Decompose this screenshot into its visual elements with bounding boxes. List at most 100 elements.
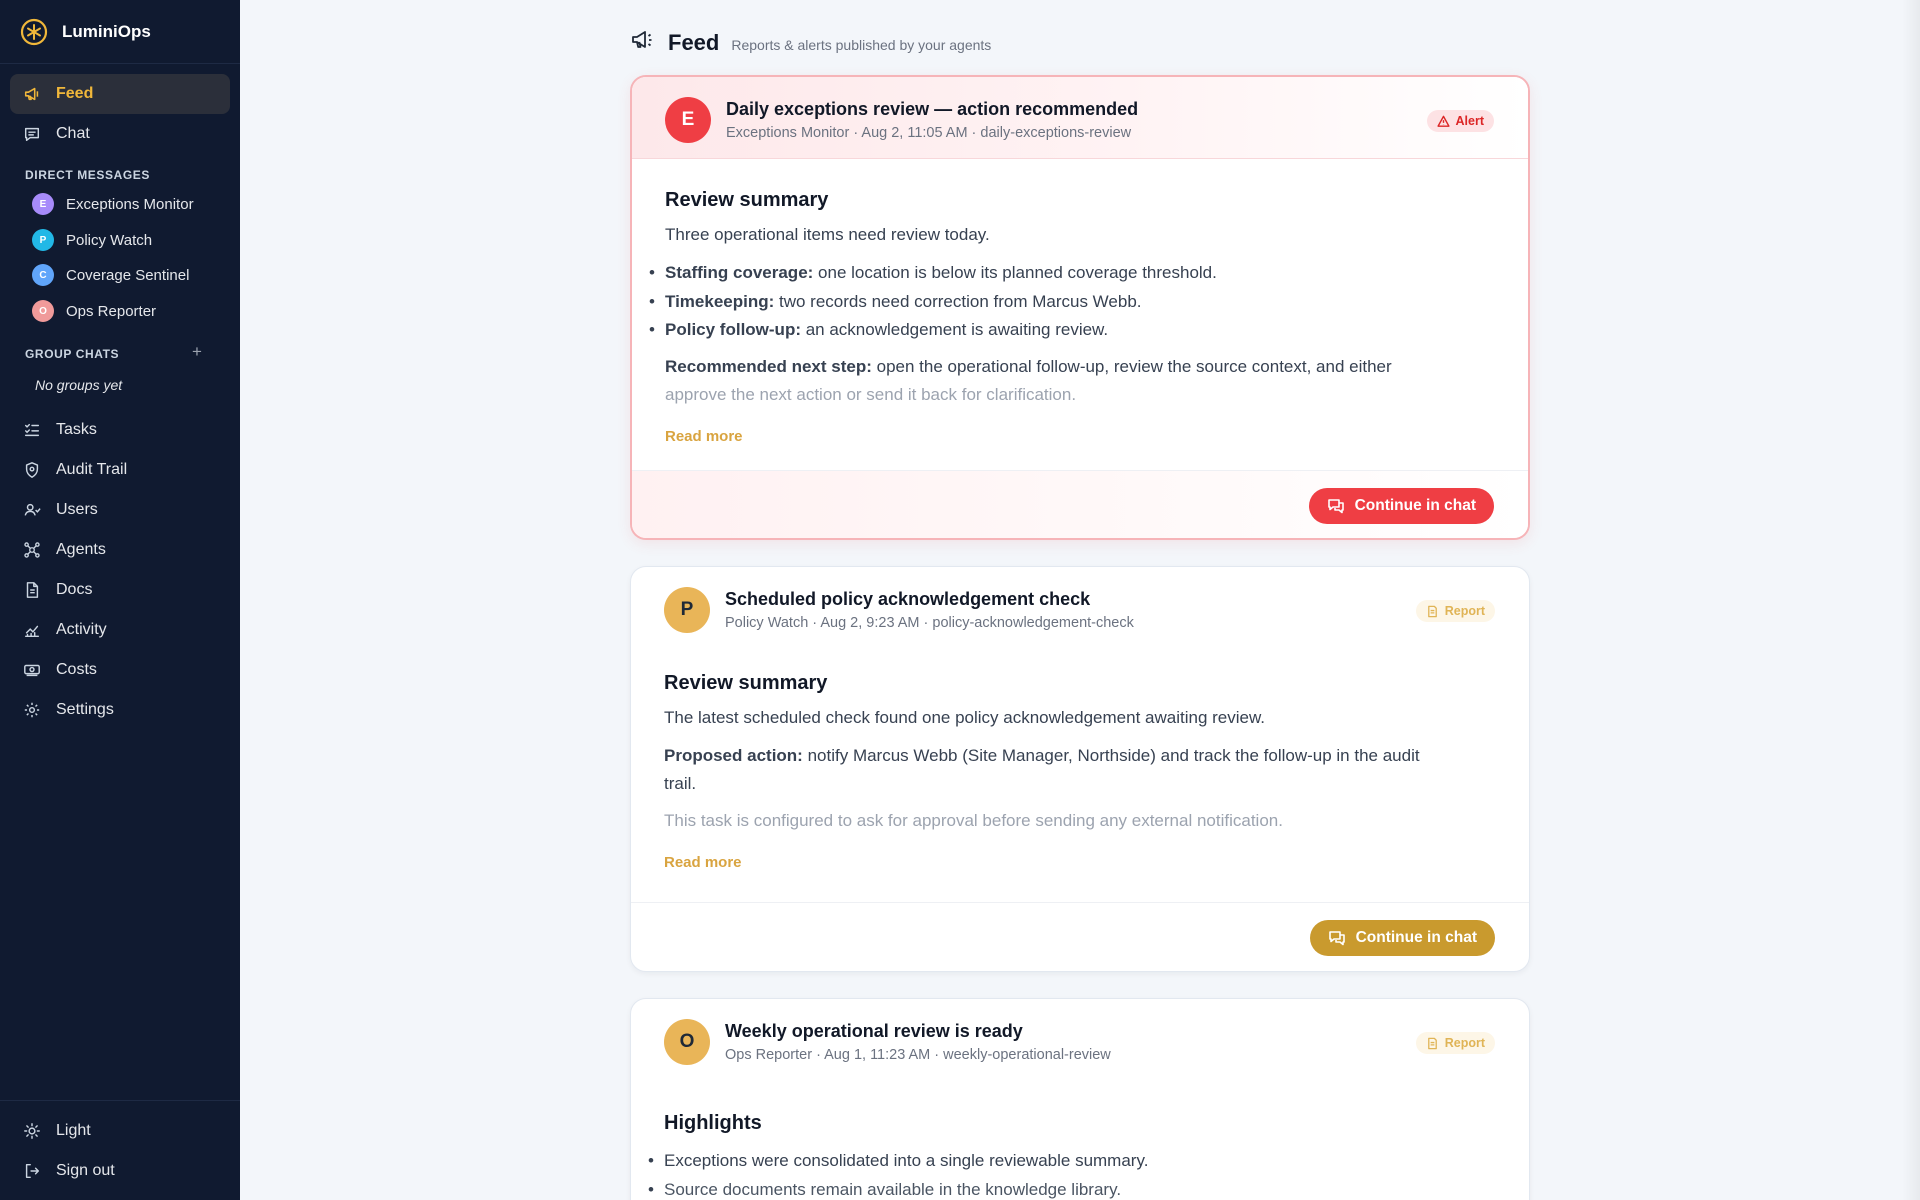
nav-activity[interactable]: Activity: [10, 610, 230, 650]
network-icon: [22, 540, 42, 560]
badge-label: Report: [1444, 604, 1485, 618]
list-item: Policy follow-up: an acknowledgement is …: [649, 316, 1217, 345]
nav-costs[interactable]: Costs: [10, 650, 230, 690]
avatar: E: [32, 193, 54, 215]
card-header: P Scheduled policy acknowledgement check…: [631, 567, 1529, 649]
brand[interactable]: LuminiOps: [0, 0, 240, 64]
scrollbar-track: [1902, 0, 1920, 1200]
next-step-text: Recommended next step: open the operatio…: [665, 353, 1505, 409]
dm-coverage-sentinel[interactable]: C Coverage Sentinel: [32, 261, 189, 289]
avatar: E: [665, 97, 711, 143]
intro-text: The latest scheduled check found one pol…: [664, 708, 1266, 727]
avatar: C: [32, 264, 54, 286]
nav-chat-label: Chat: [56, 125, 90, 142]
section-heading: Review summary: [665, 189, 829, 211]
sidebar: LuminiOps Feed Chat DIRECT MESSAGES E Ex…: [0, 0, 240, 1200]
nav-tasks-label: Tasks: [56, 421, 97, 438]
dm-policy-watch[interactable]: P Policy Watch: [32, 226, 152, 254]
gear-icon: [22, 700, 42, 720]
dm-exceptions-monitor[interactable]: E Exceptions Monitor: [32, 190, 194, 218]
proposed-action-text: Proposed action: notify Marcus Webb (Sit…: [664, 742, 1504, 798]
card-meta: Exceptions Monitor · Aug 2, 11:05 AM · d…: [726, 125, 1132, 141]
nav-audit-trail[interactable]: Audit Trail: [10, 450, 230, 490]
report-icon: [1427, 1037, 1437, 1049]
avatar: P: [32, 229, 54, 251]
read-more-link[interactable]: Read more: [664, 854, 742, 871]
money-icon: [22, 660, 42, 680]
intro-text: Three operational items need review toda…: [665, 225, 990, 244]
read-more-link[interactable]: Read more: [665, 428, 743, 445]
nav-audit-label: Audit Trail: [56, 461, 128, 478]
dm-name: Exceptions Monitor: [66, 195, 194, 213]
bullet-label: Staffing coverage:: [665, 263, 814, 282]
nav-feed-label: Feed: [56, 85, 94, 102]
status-badge: Report: [1415, 1032, 1495, 1054]
dm-name: Policy Watch: [66, 231, 153, 249]
avatar: O: [32, 300, 54, 322]
feed-card-report: P Scheduled policy acknowledgement check…: [630, 566, 1530, 972]
feed-card-report: O Weekly operational review is ready Ops…: [630, 998, 1530, 1200]
page-title: Feed: [668, 29, 720, 55]
nav-settings-label: Settings: [56, 701, 114, 718]
action-line: notify Marcus Webb (Site Manager, Norths…: [802, 746, 1420, 765]
next-step-line: open the operational follow-up, review t…: [871, 357, 1392, 376]
cta-label: Continue in chat: [1355, 929, 1477, 946]
bullet-text: an acknowledgement is awaiting review.: [801, 320, 1109, 339]
chart-icon: [22, 620, 42, 640]
app-name: LuminiOps: [62, 21, 151, 41]
nav-costs-label: Costs: [56, 661, 97, 678]
megaphone-icon: [22, 84, 42, 104]
nav-agents-label: Agents: [56, 541, 106, 558]
dm-section-label: DIRECT MESSAGES: [25, 168, 151, 182]
card-footer: Continue in chat: [631, 902, 1529, 971]
feed-card-alert: E Daily exceptions review — action recom…: [630, 75, 1530, 540]
card-footer: Continue in chat: [632, 470, 1528, 538]
theme-label: Light: [56, 1122, 91, 1139]
group-chats-label: GROUP CHATS: [25, 347, 120, 361]
continue-in-chat-button[interactable]: Continue in chat: [1309, 920, 1495, 956]
no-groups-text: No groups yet: [35, 377, 123, 393]
report-icon: [1427, 605, 1437, 617]
nav-users-label: Users: [56, 501, 98, 518]
users-icon: [22, 500, 42, 520]
card-title[interactable]: Scheduled policy acknowledgement check: [725, 589, 1090, 610]
cta-label: Continue in chat: [1354, 497, 1476, 514]
nav-settings[interactable]: Settings: [10, 690, 230, 730]
dm-ops-reporter[interactable]: O Ops Reporter: [32, 297, 156, 325]
action-label: Proposed action:: [664, 746, 803, 765]
nav-docs[interactable]: Docs: [10, 570, 230, 610]
checklist-icon: [22, 420, 42, 440]
nav-activity-label: Activity: [56, 621, 107, 638]
nav-users[interactable]: Users: [10, 490, 230, 530]
megaphone-icon: [630, 28, 654, 57]
chat-bubbles-icon: [1328, 931, 1345, 946]
continue-in-chat-button[interactable]: Continue in chat: [1308, 488, 1494, 524]
theme-toggle[interactable]: Light: [10, 1111, 230, 1151]
bullet-label: Policy follow-up:: [665, 320, 801, 339]
card-meta: Ops Reporter · Aug 1, 11:23 AM · weekly-…: [725, 1047, 1111, 1063]
chat-icon: [22, 124, 42, 144]
bullet-text: one location is below its planned covera…: [813, 263, 1217, 282]
bullet-label: Timekeeping:: [665, 291, 775, 311]
nav-agents[interactable]: Agents: [10, 530, 230, 570]
section-heading: Highlights: [664, 1112, 762, 1134]
avatar: O: [664, 1019, 710, 1065]
sign-out-label: Sign out: [56, 1162, 115, 1179]
shield-icon: [22, 460, 42, 480]
nav-tasks[interactable]: Tasks: [10, 410, 230, 450]
card-title[interactable]: Daily exceptions review — action recomme…: [726, 99, 1138, 120]
status-badge: Report: [1415, 600, 1495, 622]
list-item: Timekeeping: two records need correction…: [649, 288, 1217, 317]
add-group-button[interactable]: +: [192, 342, 202, 362]
badge-label: Alert: [1455, 114, 1484, 128]
list-item: Staffing coverage: one location is below…: [649, 259, 1217, 288]
dm-name: Coverage Sentinel: [66, 266, 190, 284]
card-meta: Policy Watch · Aug 2, 9:23 AM · policy-a…: [725, 615, 1134, 631]
action-line: trail.: [664, 774, 697, 793]
sign-out-button[interactable]: Sign out: [10, 1151, 230, 1191]
nav-chat[interactable]: Chat: [10, 114, 230, 154]
card-title[interactable]: Weekly operational review is ready: [725, 1021, 1023, 1042]
list-item: Exceptions were consolidated into a sing…: [648, 1147, 1148, 1176]
nav-feed[interactable]: Feed: [10, 74, 230, 114]
status-badge: Alert: [1426, 110, 1494, 132]
